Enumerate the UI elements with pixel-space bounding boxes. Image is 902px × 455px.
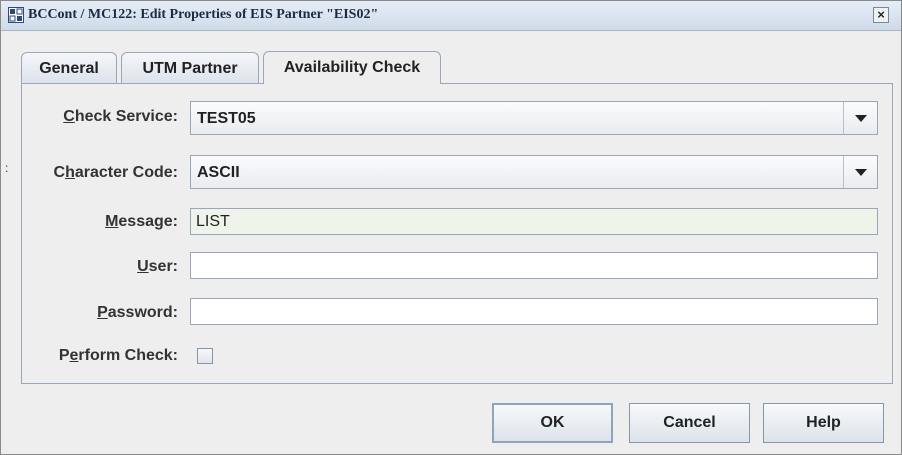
character-code-value: ASCII (197, 164, 240, 181)
message-label: Message: (105, 213, 178, 230)
availability-check-panel: Check Service: TEST05 Character Code: AS… (21, 83, 893, 384)
character-code-dropdown[interactable]: ASCII (190, 155, 878, 189)
chevron-down-icon[interactable] (843, 102, 877, 134)
character-code-label: Character Code: (53, 164, 179, 181)
help-button[interactable]: Help (763, 403, 884, 443)
check-service-label: Check Service: (63, 108, 178, 125)
perform-check-label: Perform Check: (58, 347, 178, 364)
cancel-button[interactable]: Cancel (629, 403, 750, 443)
user-field[interactable] (190, 252, 878, 279)
side-mark: : (5, 161, 9, 175)
tab-general[interactable]: General (21, 52, 117, 83)
message-field[interactable]: LIST (190, 208, 878, 235)
close-icon[interactable]: × (873, 7, 889, 23)
password-label: Password: (97, 304, 178, 321)
perform-check-checkbox[interactable] (197, 348, 213, 364)
title-bar: BCCont / MC122: Edit Properties of EIS P… (1, 1, 901, 31)
window-title: BCCont / MC122: Edit Properties of EIS P… (28, 7, 379, 22)
check-service-dropdown[interactable]: TEST05 (190, 101, 878, 135)
user-label: User: (137, 258, 178, 275)
ok-button[interactable]: OK (492, 403, 613, 443)
password-field[interactable] (190, 298, 878, 325)
chevron-down-icon[interactable] (843, 156, 877, 188)
check-service-value: TEST05 (197, 110, 256, 127)
tab-utm-partner[interactable]: UTM Partner (121, 52, 259, 83)
tab-availability-check[interactable]: Availability Check (263, 51, 441, 84)
dialog-window: BCCont / MC122: Edit Properties of EIS P… (0, 0, 902, 455)
app-icon (8, 7, 24, 23)
